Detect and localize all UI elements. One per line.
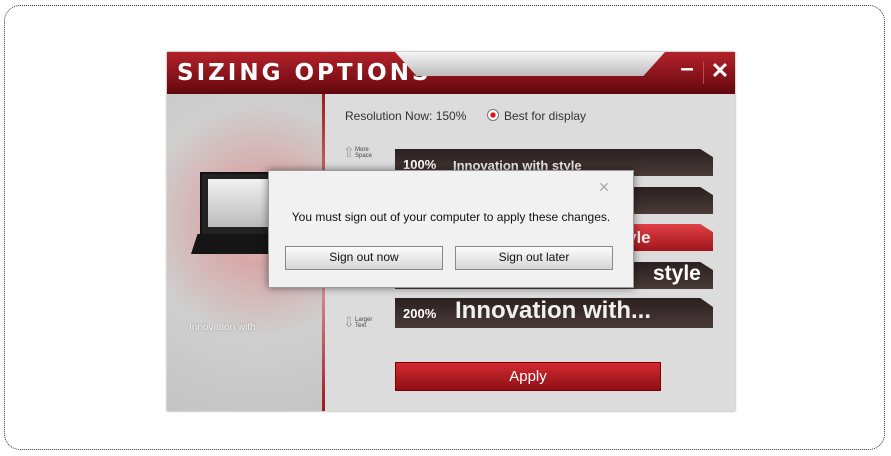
promo-label: Innovation with <box>189 322 256 333</box>
apply-button[interactable]: Apply <box>395 362 661 391</box>
title-decoration <box>395 52 665 76</box>
sign-out-later-button[interactable]: Sign out later <box>455 246 613 270</box>
best-for-display-radio[interactable] <box>487 109 499 121</box>
resolution-now-label: Resolution Now: 150% <box>345 109 467 123</box>
larger-text-hint: Larger Text <box>355 317 373 329</box>
minimize-button[interactable]: – <box>675 57 699 84</box>
more-space-hint: More Space <box>355 147 373 159</box>
msi-logo: msi <box>212 406 249 411</box>
best-for-display-label[interactable]: Best for display <box>504 109 586 123</box>
dialog-close-icon[interactable]: ✕ <box>593 179 615 197</box>
dialog-message: You must sign out of your computer to ap… <box>291 210 611 224</box>
sign-out-dialog: ✕ You must sign out of your computer to … <box>268 170 634 288</box>
up-arrow-icon: ⇧ <box>343 144 355 160</box>
size-option-200[interactable]: 200% Innovation with... <box>395 298 713 328</box>
title-separator <box>703 62 704 84</box>
window-title: SIZING OPTIONS <box>177 60 432 86</box>
sign-out-now-button[interactable]: Sign out now <box>285 246 443 270</box>
close-button[interactable]: ✕ <box>708 58 732 84</box>
title-bar: SIZING OPTIONS – ✕ <box>167 52 735 94</box>
down-arrow-icon: ⇩ <box>343 314 355 330</box>
